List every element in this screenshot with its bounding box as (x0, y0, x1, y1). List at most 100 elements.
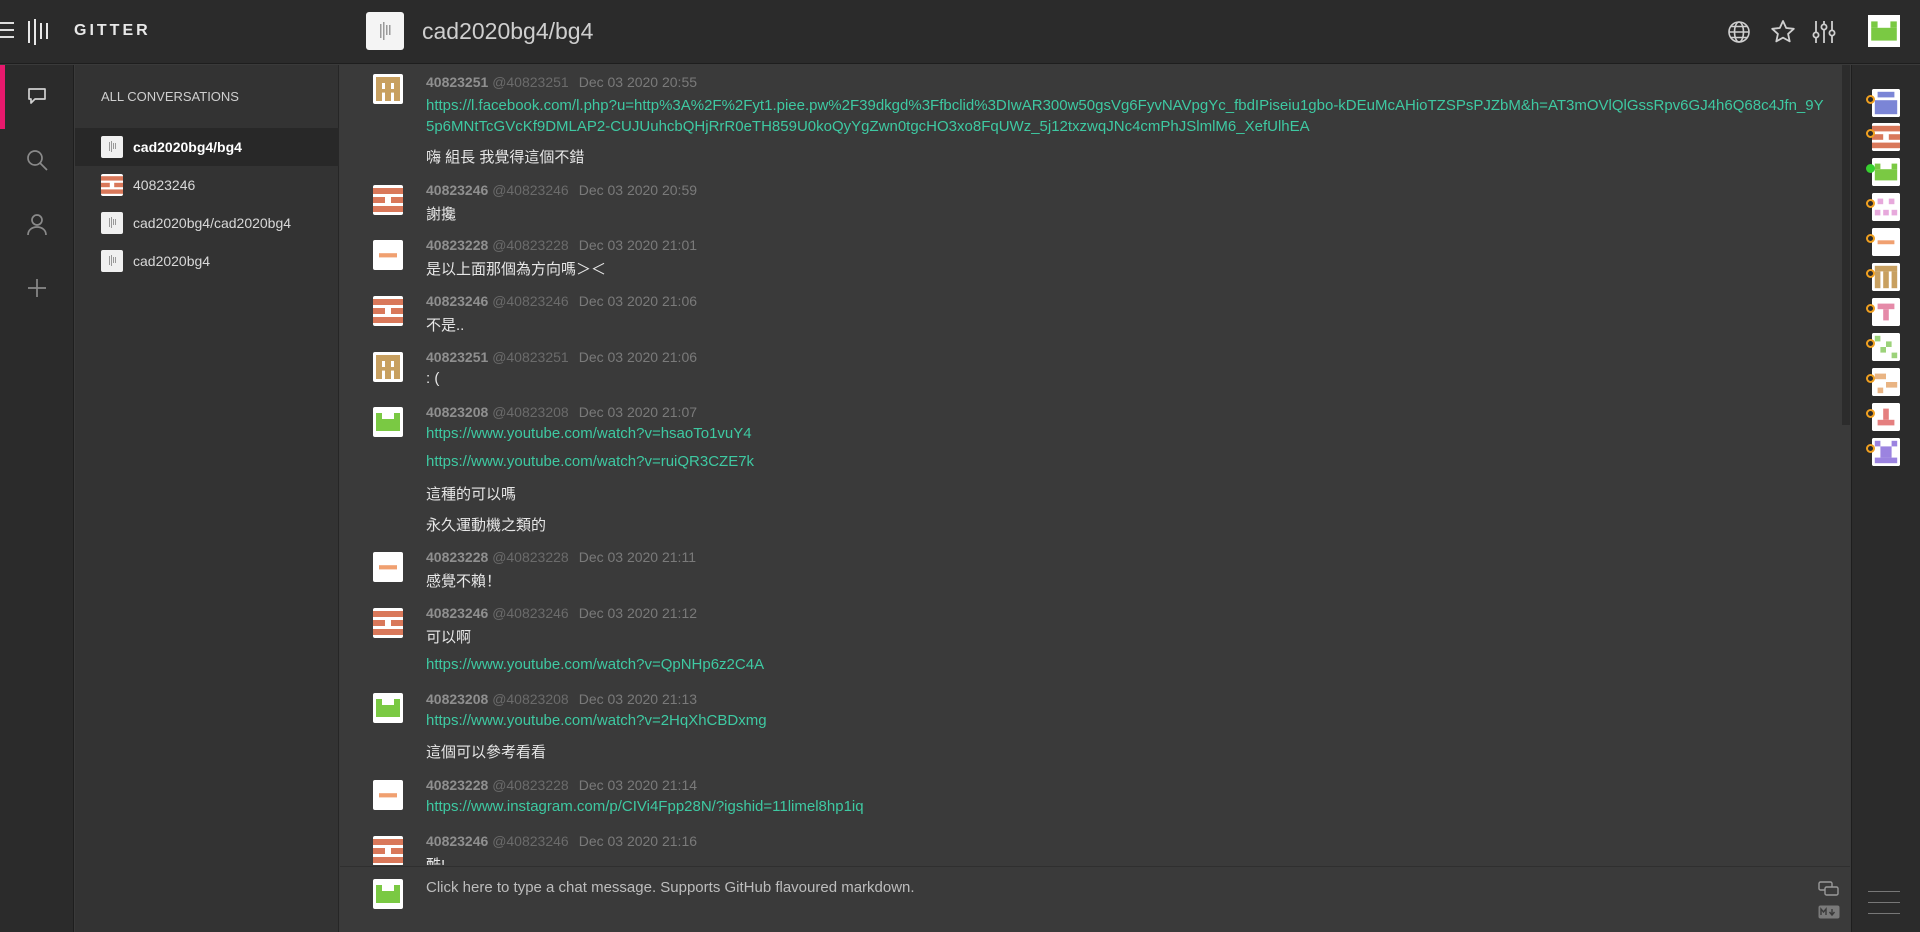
user-avatar[interactable] (373, 185, 403, 215)
message-meta: 40823251 @40823251 Dec 03 2020 21:06 (426, 349, 697, 365)
member-avatar[interactable] (1872, 438, 1900, 466)
message-timestamp: Dec 03 2020 21:06 (578, 349, 698, 365)
menu-icon[interactable] (0, 22, 14, 40)
message-handle: @40823246 (492, 605, 569, 621)
conversation-item[interactable]: cad2020bg4/cad2020bg4 (75, 204, 339, 242)
message-timestamp: Dec 03 2020 20:55 (578, 74, 698, 90)
message-meta: 40823228 @40823228 Dec 03 2020 21:14 (426, 777, 697, 793)
member-avatar[interactable] (1872, 333, 1900, 361)
conversation-label: cad2020bg4/cad2020bg4 (133, 215, 292, 231)
markdown-icon[interactable] (1818, 905, 1840, 921)
message-handle: @40823228 (492, 777, 569, 793)
left-nav (0, 65, 74, 932)
member-avatar[interactable] (1872, 368, 1900, 396)
star-icon[interactable] (1769, 18, 1797, 46)
message-username[interactable]: 40823228 (426, 549, 488, 565)
member-avatar[interactable] (1872, 263, 1900, 291)
message-meta: 40823246 @40823246 Dec 03 2020 20:59 (426, 182, 697, 198)
message-timestamp: Dec 03 2020 21:06 (578, 293, 698, 309)
conversations-panel: ALL CONVERSATIONS cad2020bg4/bg4 4082324… (75, 65, 339, 932)
message-handle: @40823246 (492, 293, 569, 309)
conversation-label: cad2020bg4/bg4 (133, 139, 242, 155)
chat-scrollbar[interactable] (1842, 65, 1850, 425)
message-username[interactable]: 40823251 (426, 349, 488, 365)
user-avatar[interactable] (373, 552, 403, 582)
chat-mode-icon[interactable] (1818, 881, 1840, 897)
message-meta: 40823246 @40823246 Dec 03 2020 21:16 (426, 833, 697, 849)
message-link[interactable]: https://www.youtube.com/watch?v=QpNHp6z2… (426, 656, 764, 673)
message-link[interactable]: https://www.youtube.com/watch?v=2HqXhCBD… (426, 712, 767, 729)
message-username[interactable]: 40823246 (426, 833, 488, 849)
scrollbar-thumb[interactable] (1842, 65, 1850, 425)
gitter-app: GITTER cad2020bg4/bg4 ALL CONVERSATIONS … (0, 0, 1920, 932)
status-dot (1866, 95, 1875, 104)
member-avatar[interactable] (1872, 403, 1900, 431)
message-timestamp: Dec 03 2020 20:59 (578, 182, 698, 198)
member-avatar[interactable] (1872, 89, 1900, 117)
message-link[interactable]: https://www.youtube.com/watch?v=hsaoTo1v… (426, 425, 752, 442)
user-avatar[interactable] (373, 836, 403, 865)
message-meta: 40823246 @40823246 Dec 03 2020 21:12 (426, 605, 697, 621)
status-dot (1866, 339, 1875, 348)
message-text: 謝攙 (426, 206, 457, 223)
people-sidebar (1851, 65, 1920, 932)
conversation-item[interactable]: cad2020bg4 (75, 242, 339, 280)
conversation-label: 40823246 (133, 177, 196, 193)
message-username[interactable]: 40823228 (426, 777, 488, 793)
room-avatar-icon (101, 212, 123, 234)
message-username[interactable]: 40823208 (426, 404, 488, 420)
message-text: 不是.. (426, 317, 465, 334)
member-avatar[interactable] (1872, 298, 1900, 326)
user-avatar[interactable] (373, 780, 403, 810)
user-avatar[interactable] (373, 608, 403, 638)
message-link[interactable]: https://l.facebook.com/l.php?u=http%3A%2… (426, 95, 1826, 137)
room-title: cad2020bg4/bg4 (422, 18, 594, 44)
user-avatar[interactable] (373, 240, 403, 270)
message-link[interactable]: https://www.youtube.com/watch?v=ruiQR3CZ… (426, 453, 754, 470)
conversation-item[interactable]: cad2020bg4/bg4 (75, 128, 339, 166)
search-icon[interactable] (24, 147, 50, 173)
user-avatar[interactable] (373, 352, 403, 382)
user-avatar[interactable] (373, 693, 403, 723)
message-username[interactable]: 40823246 (426, 605, 488, 621)
gitter-logo-icon[interactable] (28, 19, 50, 45)
message-username[interactable]: 40823208 (426, 691, 488, 707)
member-avatar[interactable] (1872, 158, 1900, 186)
user-avatar[interactable] (373, 407, 403, 437)
active-indicator (0, 65, 5, 129)
user-avatar[interactable] (373, 296, 403, 326)
message-meta: 40823251 @40823251 Dec 03 2020 20:55 (426, 74, 697, 90)
user-avatar[interactable] (373, 74, 403, 104)
message-username[interactable]: 40823246 (426, 293, 488, 309)
message-handle: @40823251 (492, 74, 569, 90)
chat-messages: 40823251 @40823251 Dec 03 2020 20:55 http… (340, 65, 1842, 865)
plus-icon[interactable] (24, 275, 50, 301)
globe-icon[interactable] (1725, 18, 1753, 46)
message-username[interactable]: 40823228 (426, 237, 488, 253)
member-avatar[interactable] (1872, 193, 1900, 221)
chat-bubble-icon[interactable] (24, 83, 50, 109)
status-dot (1866, 444, 1875, 453)
person-icon[interactable] (24, 211, 50, 237)
message-meta: 40823208 @40823208 Dec 03 2020 21:07 (426, 404, 697, 420)
message-timestamp: Dec 03 2020 21:13 (578, 691, 698, 707)
message-handle: @40823208 (492, 691, 569, 707)
conversation-item[interactable]: 40823246 (75, 166, 339, 204)
message-timestamp: Dec 03 2020 21:11 (578, 549, 696, 565)
message-username[interactable]: 40823246 (426, 182, 488, 198)
settings-sliders-icon[interactable] (1810, 18, 1838, 46)
message-handle: @40823246 (492, 833, 569, 849)
message-text: 酷! (426, 854, 445, 865)
status-dot (1866, 269, 1875, 278)
message-handle: @40823228 (492, 549, 569, 565)
conversation-label: cad2020bg4 (133, 253, 211, 269)
user-avatar[interactable] (1868, 15, 1900, 47)
chat-input[interactable]: Click here to type a chat message. Suppo… (426, 879, 915, 896)
brand-name: GITTER (74, 22, 151, 39)
member-avatar[interactable] (1872, 123, 1900, 151)
conversations-header: ALL CONVERSATIONS (101, 89, 239, 104)
member-avatar[interactable] (1872, 228, 1900, 256)
people-menu-icon[interactable] (1868, 891, 1900, 924)
message-username[interactable]: 40823251 (426, 74, 488, 90)
message-link[interactable]: https://www.instagram.com/p/CIVi4Fpp28N/… (426, 798, 864, 815)
